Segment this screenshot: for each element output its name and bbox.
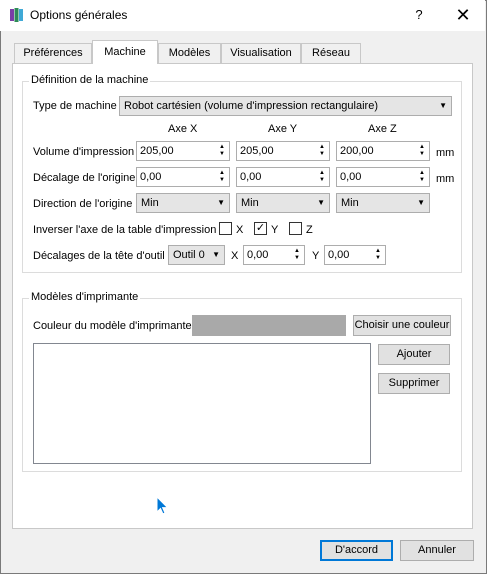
spin-down-icon[interactable]: ▼ (292, 255, 302, 262)
printer-models-title: Modèles d'imprimante (29, 291, 141, 303)
origin-offset-x-spinbox[interactable]: 0,00 ▲ ▼ (136, 167, 230, 187)
tool-x-spinbox[interactable]: 0,00 ▲ ▼ (243, 245, 305, 265)
chevron-down-icon: ▼ (439, 101, 447, 110)
origin-direction-x-value: Min (141, 197, 159, 209)
origin-offset-z-spinbox[interactable]: 0,00 ▲ ▼ (336, 167, 430, 187)
invert-x-label: X (236, 224, 244, 236)
spin-arrows-icon[interactable]: ▲ ▼ (317, 170, 327, 184)
tool-offset-label: Décalages de la tête d'outil (33, 250, 165, 262)
spin-arrows-icon[interactable]: ▲ ▼ (217, 144, 227, 158)
origin-direction-y-select[interactable]: Min ▼ (236, 193, 330, 213)
spin-down-icon[interactable]: ▼ (317, 151, 327, 158)
close-button[interactable]: ✕ (446, 2, 480, 28)
invert-y-checkbox[interactable]: ✓ (254, 222, 267, 235)
window-title: Options générales (30, 8, 128, 22)
tool-x-value: 0,00 (247, 249, 269, 261)
spin-arrows-icon[interactable]: ▲ ▼ (417, 144, 427, 158)
spin-arrows-icon[interactable]: ▲ ▼ (417, 170, 427, 184)
volume-y-spinbox[interactable]: 205,00 ▲ ▼ (236, 141, 330, 161)
cancel-button[interactable]: Annuler (400, 540, 474, 561)
app-icon (10, 8, 23, 22)
origin-direction-x-select[interactable]: Min ▼ (136, 193, 230, 213)
machine-type-select[interactable]: Robot cartésien (volume d'impression rec… (119, 96, 452, 116)
tab-network[interactable]: Réseau (301, 43, 361, 63)
axis-z-header: Axe Z (368, 123, 397, 135)
tab-machine[interactable]: Machine (92, 40, 158, 64)
chevron-down-icon: ▼ (212, 250, 220, 259)
tool-x-label: X (231, 250, 239, 262)
choose-color-button[interactable]: Choisir une couleur (353, 315, 451, 336)
origin-offset-x-value: 0,00 (140, 171, 162, 183)
volume-label: Volume d'impression (33, 146, 135, 158)
spin-up-icon[interactable]: ▲ (317, 170, 327, 177)
origin-offset-y-spinbox[interactable]: 0,00 ▲ ▼ (236, 167, 330, 187)
invert-z-label: Z (306, 224, 313, 236)
origin-direction-label: Direction de l'origine (33, 198, 133, 210)
chevron-down-icon: ▼ (417, 198, 425, 207)
spin-up-icon[interactable]: ▲ (417, 144, 427, 151)
printer-color-swatch (192, 315, 346, 336)
spin-up-icon[interactable]: ▲ (217, 144, 227, 151)
spin-down-icon[interactable]: ▼ (317, 177, 327, 184)
origin-direction-y-value: Min (241, 197, 259, 209)
origin-offset-y-value: 0,00 (240, 171, 262, 183)
invert-y-label: Y (271, 224, 279, 236)
help-button[interactable]: ? (404, 2, 434, 28)
axis-y-header: Axe Y (268, 123, 298, 135)
mouse-pointer-icon (156, 496, 169, 515)
volume-unit: mm (436, 147, 455, 159)
tab-visualisation[interactable]: Visualisation (221, 43, 301, 63)
machine-type-value: Robot cartésien (volume d'impression rec… (124, 100, 378, 112)
origin-offset-unit: mm (436, 173, 455, 185)
chevron-down-icon: ▼ (317, 198, 325, 207)
origin-direction-z-value: Min (341, 197, 359, 209)
tool-y-value: 0,00 (328, 249, 350, 261)
tool-y-label: Y (312, 250, 320, 262)
origin-offset-z-value: 0,00 (340, 171, 362, 183)
volume-z-spinbox[interactable]: 200,00 ▲ ▼ (336, 141, 430, 161)
ok-button[interactable]: D'accord (320, 540, 393, 561)
volume-y-value: 205,00 (240, 145, 274, 157)
axis-x-header: Axe X (168, 123, 198, 135)
volume-x-value: 205,00 (140, 145, 174, 157)
spin-down-icon[interactable]: ▼ (217, 177, 227, 184)
invert-z-checkbox[interactable] (289, 222, 302, 235)
printer-color-label: Couleur du modèle d'imprimante (33, 320, 192, 332)
tab-models[interactable]: Modèles (158, 43, 221, 63)
spin-up-icon[interactable]: ▲ (417, 170, 427, 177)
printer-models-list[interactable] (33, 343, 371, 464)
invert-x-checkbox[interactable] (219, 222, 232, 235)
origin-direction-z-select[interactable]: Min ▼ (336, 193, 430, 213)
spin-arrows-icon[interactable]: ▲ ▼ (292, 248, 302, 262)
spin-arrows-icon[interactable]: ▲ ▼ (373, 248, 383, 262)
tool-select[interactable]: Outil 0 ▼ (168, 245, 225, 265)
tab-preferences[interactable]: Préférences (14, 43, 92, 63)
spin-down-icon[interactable]: ▼ (373, 255, 383, 262)
spin-up-icon[interactable]: ▲ (217, 170, 227, 177)
chevron-down-icon: ▼ (217, 198, 225, 207)
spin-down-icon[interactable]: ▼ (417, 151, 427, 158)
spin-up-icon[interactable]: ▲ (317, 144, 327, 151)
machine-definition-title: Définition de la machine (29, 74, 151, 86)
tool-select-value: Outil 0 (173, 249, 205, 261)
spin-up-icon[interactable]: ▲ (373, 248, 383, 255)
volume-z-value: 200,00 (340, 145, 374, 157)
spin-up-icon[interactable]: ▲ (292, 248, 302, 255)
add-button[interactable]: Ajouter (378, 344, 450, 365)
close-icon[interactable]: ✕ (455, 5, 470, 25)
delete-button[interactable]: Supprimer (378, 373, 450, 394)
spin-arrows-icon[interactable]: ▲ ▼ (217, 170, 227, 184)
volume-x-spinbox[interactable]: 205,00 ▲ ▼ (136, 141, 230, 161)
checkmark-icon: ✓ (255, 222, 266, 234)
spin-arrows-icon[interactable]: ▲ ▼ (317, 144, 327, 158)
machine-type-label: Type de machine (33, 100, 117, 112)
invert-axis-label: Inverser l'axe de la table d'impression (33, 224, 217, 236)
spin-down-icon[interactable]: ▼ (417, 177, 427, 184)
spin-down-icon[interactable]: ▼ (217, 151, 227, 158)
origin-offset-label: Décalage de l'origine (33, 172, 136, 184)
tool-y-spinbox[interactable]: 0,00 ▲ ▼ (324, 245, 386, 265)
